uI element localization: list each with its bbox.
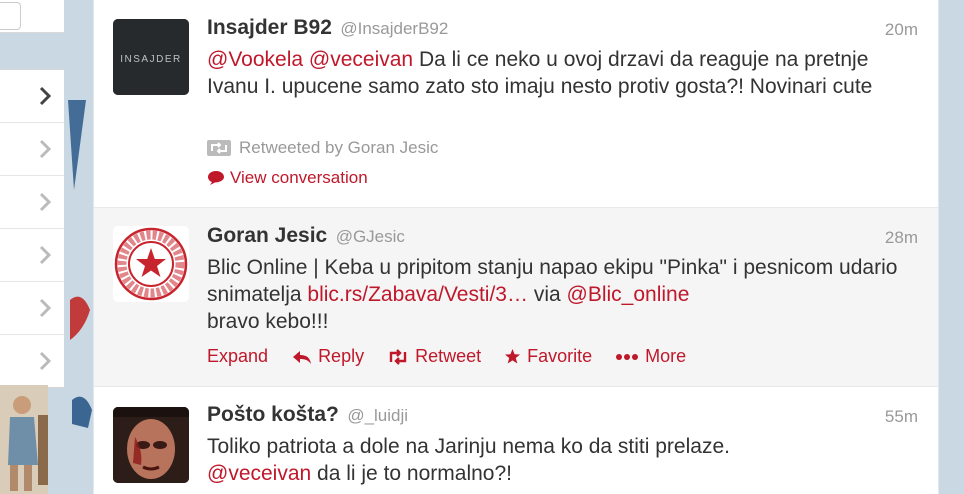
left-column (0, 0, 93, 494)
chevron-right-icon (39, 245, 51, 265)
left-nav-item-3[interactable] (0, 176, 68, 229)
tweet-header: Goran Jesic @GJesic (207, 224, 405, 248)
tweet-text-body: Toliko patriota a dole na Jarinju nema k… (207, 435, 730, 458)
left-nav-item-2[interactable] (0, 123, 68, 176)
red-star-seal-icon (113, 226, 189, 302)
left-top-box[interactable] (0, 0, 69, 33)
reply-button[interactable]: Reply (292, 346, 364, 367)
tweet-text-body: da li je to normalno?! (311, 462, 512, 485)
more-dots-icon (616, 353, 639, 360)
tweet-screen-name[interactable]: @GJesic (336, 227, 405, 246)
chevron-right-icon (39, 139, 51, 159)
reply-icon (293, 350, 312, 364)
tweet-insajderb92[interactable]: INSAJDER Insajder B92 @InsajderB92 20m @… (94, 0, 938, 208)
tweet-actions: Expand Reply Retweet Favorite More (207, 346, 709, 367)
retweeted-by-label[interactable]: Retweeted by Goran Jesic (239, 138, 438, 158)
tweet-timestamp[interactable]: 55m (885, 407, 918, 427)
retweet-button[interactable]: Retweet (387, 346, 481, 367)
tweet-fullname[interactable]: Insajder B92 (207, 16, 332, 39)
left-nav-item-6[interactable] (0, 335, 68, 387)
url-link[interactable]: blic.rs/Zabava/Vesti/3… (307, 283, 528, 306)
mention-link[interactable]: @veceivan (207, 462, 311, 485)
avatar[interactable] (113, 407, 189, 483)
more-button[interactable]: More (615, 346, 686, 367)
tweet-text-body: bravo kebo!!! (207, 310, 329, 333)
tweet-fullname[interactable]: Pošto košta? (207, 403, 339, 426)
retweet-icon (207, 140, 231, 156)
tweet-text: Toliko patriota a dole na Jarinju nema k… (207, 433, 917, 487)
left-nav-item-4[interactable] (0, 229, 68, 282)
tweet-fullname[interactable]: Goran Jesic (207, 224, 327, 247)
star-icon (505, 349, 521, 364)
retweet-label[interactable]: Retweet (415, 346, 481, 367)
tweet-text: Blic Online | Keba u pripitom stanju nap… (207, 256, 898, 333)
tweet-header: Insajder B92 @InsajderB92 (207, 16, 448, 40)
more-label[interactable]: More (645, 346, 686, 367)
tweet-header: Pošto košta? @_luidji (207, 403, 408, 427)
view-conversation-label[interactable]: View conversation (230, 168, 368, 188)
speech-bubble-icon (208, 171, 224, 185)
mention-link[interactable]: @Vookela (207, 48, 303, 71)
left-user-photo (0, 385, 48, 494)
left-nav-item-5[interactable] (0, 282, 68, 335)
tweet-timestamp[interactable]: 20m (885, 20, 918, 40)
insajder-logo-icon: INSAJDER (113, 19, 189, 95)
mention-link[interactable]: @veceivan (309, 48, 413, 71)
favorite-label[interactable]: Favorite (527, 346, 592, 367)
chevron-right-icon (39, 351, 51, 371)
chevron-right-icon (39, 192, 51, 212)
tweet-screen-name[interactable]: @_luidji (347, 406, 408, 425)
face-photo-icon (113, 407, 189, 483)
tweet-screen-name[interactable]: @InsajderB92 (340, 19, 448, 38)
tweet-timestamp[interactable]: 28m (885, 228, 918, 248)
retweet-icon (389, 348, 407, 365)
favorite-button[interactable]: Favorite (504, 346, 592, 367)
retweeted-by: Retweeted by Goran Jesic (207, 138, 438, 158)
reply-label[interactable]: Reply (318, 346, 364, 367)
left-nav-list (0, 69, 69, 388)
avatar[interactable] (113, 226, 189, 302)
svg-text:INSAJDER: INSAJDER (120, 54, 181, 65)
timeline: INSAJDER Insajder B92 @InsajderB92 20m @… (93, 0, 939, 494)
background-decoration (64, 0, 93, 494)
tweet-luidji[interactable]: Pošto košta? @_luidji 55m Toliko patriot… (94, 387, 938, 494)
view-conversation-link[interactable]: View conversation (207, 168, 368, 188)
chevron-right-icon (39, 86, 51, 106)
avatar[interactable]: INSAJDER (113, 19, 189, 95)
left-nav-item-1[interactable] (0, 70, 68, 123)
tweet-text: @Vookela @veceivan Da li ce neko u ovoj … (207, 46, 917, 100)
chevron-right-icon (39, 298, 51, 318)
expand-link[interactable]: Expand (207, 346, 268, 367)
mention-link[interactable]: @Blic_online (567, 283, 690, 306)
